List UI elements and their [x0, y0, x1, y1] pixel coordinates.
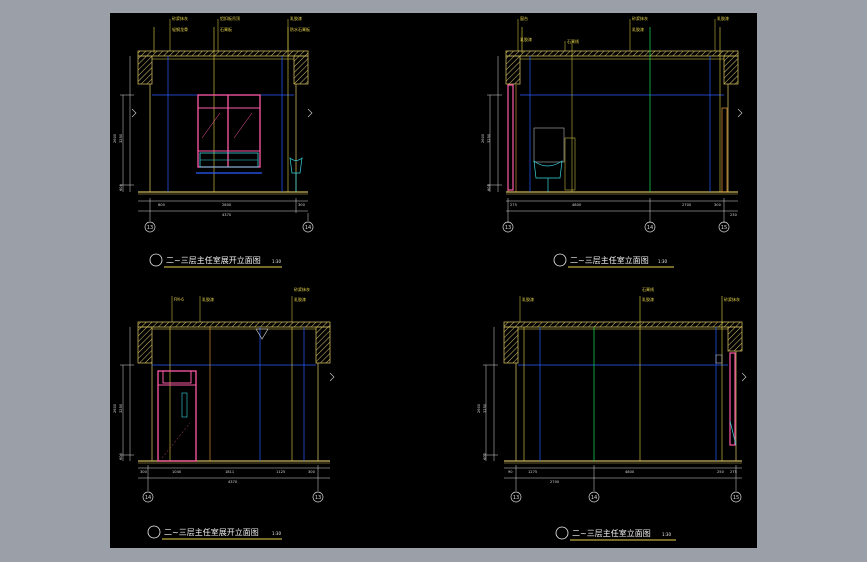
dimension-text: 3250 [119, 403, 123, 413]
leader-text: 乳胶漆 [642, 296, 654, 302]
dimension-text: 275 [730, 470, 737, 474]
dimension-text: 1811 [225, 470, 234, 474]
leader-text: 乳胶漆 [632, 26, 644, 32]
panel-top-right: 13 14 15 窗台 乳胶漆 石膏线 砂浆抹灰 乳胶漆 乳胶漆 275 480… [481, 15, 743, 268]
leader-text: 砂浆抹灰 [632, 15, 648, 21]
leader-text: 乳胶漆 [717, 15, 729, 21]
dimension-text: 600 [119, 452, 123, 460]
dimension-text: 1125 [276, 470, 285, 474]
axis-label: 15 [733, 495, 739, 501]
leader-text: 石膏板 [220, 26, 232, 32]
dimension-text: 2700 [550, 480, 560, 484]
dimension-text: 2600 [481, 133, 485, 143]
elevation-sheet: 13 14 砂浆抹灰 轻钢龙骨 铝扣板吊顶 石膏板 乳胶漆 防水石膏板 600 … [113, 15, 747, 541]
view-title: 二~三层主任室立面图 [570, 255, 649, 265]
panel-bottom-left: 14 13 FM-6 乳胶漆 砂浆抹灰 乳胶漆 300 1040 1811 11… [113, 286, 335, 540]
dimension-text: 3250 [487, 133, 491, 143]
dimension-text: 275 [510, 203, 517, 207]
view-number-bubble [147, 525, 161, 539]
leader-text: 乳胶漆 [290, 15, 302, 21]
dimension-text: 300 [140, 470, 148, 474]
axis-label: 13 [513, 495, 519, 501]
leader-text: 乳胶漆 [522, 296, 534, 302]
dimension-text: 4800 [572, 203, 582, 207]
dimension-text: 4800 [625, 470, 635, 474]
dimension-total: 4370 [222, 213, 232, 217]
axis-label: 14 [591, 495, 597, 501]
leader-text: 轻钢龙骨 [172, 26, 188, 32]
axis-label: 14 [305, 225, 311, 231]
axis-label: 13 [147, 225, 153, 231]
leader-text: FM-6 [174, 297, 184, 302]
dimension-text: 2600 [113, 403, 117, 413]
leader-text: 防水石膏板 [290, 26, 310, 32]
leader-text: 乳胶漆 [202, 296, 214, 302]
leader-text: 石膏线 [567, 38, 579, 44]
dimension-text: 600 [119, 183, 123, 191]
dimension-text: 600 [487, 183, 491, 191]
dimension-text: 600 [483, 452, 487, 460]
leader-text: 乳胶漆 [520, 36, 532, 42]
dimension-text: 250 [717, 470, 725, 474]
axis-label: 13 [315, 495, 321, 501]
view-number-bubble [149, 253, 163, 267]
view-scale: 1:30 [658, 259, 667, 264]
panel-bottom-right: 13 14 15 乳胶漆 石膏线 乳胶漆 砂浆抹灰 90 1275 2700 4… [477, 286, 747, 541]
dimension-text: 2700 [682, 203, 692, 207]
view-title: 二~三层主任室立面图 [572, 528, 651, 538]
leader-text: 石膏线 [642, 286, 654, 292]
view-title: 二~三层主任室展开立面图 [164, 527, 259, 537]
view-title: 二~三层主任室展开立面图 [166, 255, 261, 265]
leader-text: 乳胶漆 [294, 296, 306, 302]
view-scale: 1:30 [272, 259, 281, 264]
leader-text: 砂浆抹灰 [172, 15, 188, 21]
dimension-text: 1040 [172, 470, 182, 474]
dimension-text: 2600 [477, 403, 481, 413]
dimension-text: 300 [714, 203, 722, 207]
dimension-text: 300 [308, 470, 316, 474]
axis-label: 14 [145, 495, 151, 501]
drawing-canvas[interactable]: 13 14 砂浆抹灰 轻钢龙骨 铝扣板吊顶 石膏板 乳胶漆 防水石膏板 600 … [110, 13, 757, 548]
dimension-text: 230 [730, 213, 738, 217]
leader-text: 砂浆抹灰 [724, 296, 740, 302]
view-number-bubble [555, 526, 569, 540]
dimension-text: 2800 [222, 203, 232, 207]
axis-label: 15 [721, 225, 727, 231]
dimension-text: 2600 [113, 133, 117, 143]
view-scale: 1:30 [662, 532, 671, 537]
axis-label: 13 [505, 225, 511, 231]
dimension-text: 600 [158, 203, 166, 207]
dimension-text: 300 [298, 203, 306, 207]
panel-top-left: 13 14 砂浆抹灰 轻钢龙骨 铝扣板吊顶 石膏板 乳胶漆 防水石膏板 600 … [113, 15, 314, 268]
dimension-text: 3250 [483, 403, 487, 413]
leader-text: 窗台 [520, 15, 528, 21]
dimension-text: 1275 [528, 470, 537, 474]
view-scale: 1:30 [272, 531, 281, 536]
dimension-text: 3250 [119, 133, 123, 143]
dimension-text: 90 [508, 470, 513, 474]
axis-label: 14 [647, 225, 653, 231]
dimension-total: 4370 [228, 480, 238, 484]
view-number-bubble [553, 253, 567, 267]
leader-text: 铝扣板吊顶 [220, 15, 240, 21]
leader-text: 砂浆抹灰 [294, 286, 310, 292]
